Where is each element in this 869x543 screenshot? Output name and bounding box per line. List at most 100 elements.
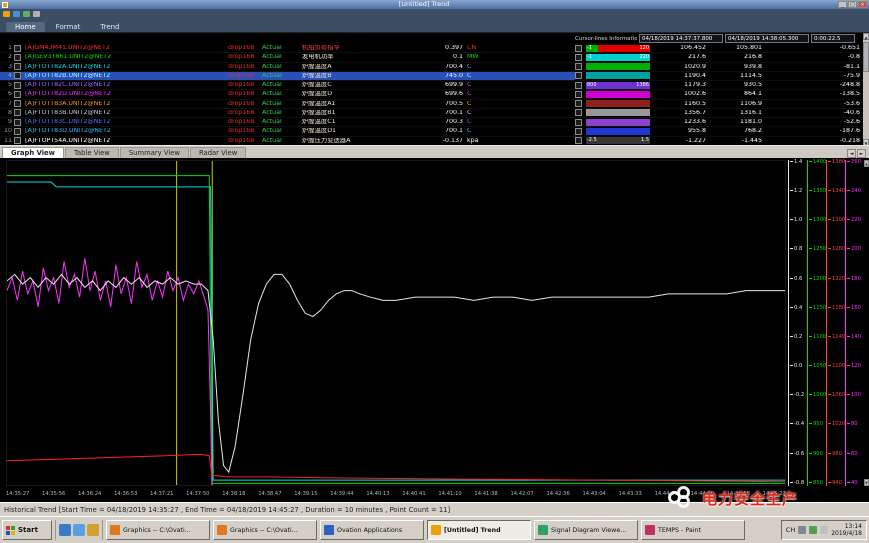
folder-icon[interactable] [87, 524, 99, 536]
tab-table-view[interactable]: Table View [65, 147, 119, 158]
ribbon-tab-format[interactable]: Format [47, 22, 90, 32]
table-row-left[interactable]: 3[A]FTOTT82A.UNIT2@NET2drop168Actual炉膛温度… [0, 63, 575, 71]
browser-icon[interactable] [73, 524, 85, 536]
table-row[interactable]: 1[A]GM43M41.UNIT2@NET2drop168Actual机组负荷指… [0, 44, 863, 53]
tab-graph-view[interactable]: Graph View [2, 147, 64, 158]
cursor-row-checkbox[interactable] [575, 100, 582, 107]
row-checkbox[interactable] [14, 72, 21, 79]
table-row-left[interactable]: 9[A]FTOTT83C.UNIT2@NET2drop168Actual炉膛温度… [0, 118, 575, 126]
start-button[interactable]: Start [2, 520, 52, 540]
cursor-row-checkbox[interactable] [575, 54, 582, 61]
row-checkbox[interactable] [14, 109, 21, 116]
app-button-icon [431, 525, 441, 535]
cursor-panel-row[interactable]: -2.51.5-1.227-1.445-0.218 [575, 137, 863, 145]
maximize-button[interactable]: □ [848, 1, 857, 8]
ribbon-tab-trend[interactable]: Trend [91, 22, 128, 32]
cursor-panel-row[interactable]: 955.8768.2-187.6 [575, 127, 863, 135]
cursor-lines-label: Cursor-lines Information [575, 36, 637, 42]
tab-scroll-left-icon[interactable]: ◄ [847, 149, 856, 158]
trend-logo-icon[interactable] [3, 11, 10, 17]
cursor-panel-row[interactable]: 1356.71316.1-40.6 [575, 109, 863, 117]
cursor2-time-field[interactable]: 04/18/2019 14:38:05.300 [725, 34, 809, 43]
taskbar-app-button[interactable]: Ovation Applications [320, 520, 424, 540]
cursor-row-checkbox[interactable] [575, 137, 582, 144]
cursor-panel-row[interactable]: 80013861179.3930.5-248.8 [575, 81, 863, 89]
cursor-row-checkbox[interactable] [575, 91, 582, 98]
table-row-left[interactable]: 6[A]FTOTT82D.UNIT2@NET2drop168Actual炉膛温度… [0, 90, 575, 98]
cursor-row-checkbox[interactable] [575, 72, 582, 79]
cursor-row-checkbox[interactable] [575, 128, 582, 135]
table-row-left[interactable]: 10[A]FTOTT83D.UNIT2@NET2drop168Actual炉膛温… [0, 127, 575, 135]
trend-plot[interactable] [6, 160, 786, 486]
table-row[interactable]: 6[A]FTOTT82D.UNIT2@NET2drop168Actual炉膛温度… [0, 90, 863, 99]
row-checkbox[interactable] [14, 63, 21, 70]
taskbar-app-button[interactable]: Graphics -- C:\Ovati... [106, 520, 210, 540]
taskbar-clock[interactable]: 13:14 2019/4/18 [831, 523, 862, 537]
cursor-row-checkbox[interactable] [575, 45, 582, 52]
table-row-left[interactable]: 4[A]FTOTT82B.UNIT2@NET2drop168Actual炉膛温度… [0, 72, 575, 80]
row-checkbox[interactable] [14, 82, 21, 89]
open-icon[interactable] [23, 11, 30, 17]
cursor-row-checkbox[interactable] [575, 119, 582, 126]
network-icon[interactable] [809, 526, 817, 534]
row-checkbox[interactable] [14, 100, 21, 107]
show-desktop-icon[interactable] [59, 524, 71, 536]
language-indicator[interactable]: CH [786, 526, 795, 534]
volume-icon[interactable] [798, 526, 806, 534]
taskbar-app-button[interactable]: Graphics -- C:\Ovati... [213, 520, 317, 540]
row-checkbox[interactable] [14, 91, 21, 98]
undo-icon[interactable] [33, 11, 40, 17]
y-axis-3[interactable]: 1380134013001260122011801140110010601020… [826, 160, 845, 486]
safely-remove-icon[interactable] [820, 526, 828, 534]
taskbar-app-button[interactable]: [Untitled] Trend [427, 520, 531, 540]
row-checkbox[interactable] [14, 137, 21, 144]
cursor-panel-row[interactable]: 1002.6864.1-138.5 [575, 90, 863, 98]
taskbar-app-button[interactable]: TEMPS - Paint [641, 520, 745, 540]
y-axis-1[interactable]: 1.41.21.00.80.60.40.20.0-0.2-0.4-0.6-0.8 [788, 160, 807, 486]
cursor-panel-row[interactable]: 1190.41114.5-75.9 [575, 72, 863, 80]
row-checkbox[interactable] [14, 54, 21, 61]
table-row[interactable]: 10[A]FTOTT83D.UNIT2@NET2drop168Actual炉膛温… [0, 127, 863, 136]
cursor-row-checkbox[interactable] [575, 82, 582, 89]
table-row[interactable]: 2[A]GEV3T861.UNIT2@NET2drop168Actual发电机功… [0, 53, 863, 62]
y-axis-4[interactable]: 260240220200180160140120100806040 [845, 160, 864, 486]
cursor-row-checkbox[interactable] [575, 63, 582, 70]
title-bar[interactable]: [Untitled] Trend _ □ × [0, 0, 869, 9]
tab-summary-view[interactable]: Summary View [120, 147, 189, 158]
cursor-panel-row[interactable]: 1020.9939.8-81.1 [575, 63, 863, 71]
table-scrollbar[interactable]: ▲ ▼ [863, 33, 869, 146]
minimize-button[interactable]: _ [838, 1, 847, 8]
table-row-left[interactable]: 7[A]FTOTT83A.UNIT2@NET2drop168Actual炉膛温度… [0, 100, 575, 108]
table-row-left[interactable]: 11[A]FTOPT54A.UNIT2@NET2drop168Actual炉膛压… [0, 137, 575, 145]
save-icon[interactable] [13, 11, 20, 17]
row-checkbox[interactable] [14, 119, 21, 126]
axis-scroll-up-icon[interactable]: ▲ [864, 160, 869, 167]
cursor-panel-row[interactable]: 1233.61181.0-52.6 [575, 118, 863, 126]
table-row[interactable]: 7[A]FTOTT83A.UNIT2@NET2drop168Actual炉膛温度… [0, 100, 863, 109]
table-row-left[interactable]: 8[A]FTOTT83B.UNIT2@NET2drop168Actual炉膛温度… [0, 109, 575, 117]
cursor1-time-field[interactable]: 04/18/2019 14:37:37.800 [639, 34, 723, 43]
table-row[interactable]: 4[A]FTOTT82B.UNIT2@NET2drop168Actual炉膛温度… [0, 72, 863, 81]
table-row-left[interactable]: 2[A]GEV3T861.UNIT2@NET2drop168Actual发电机功… [0, 53, 575, 61]
cursor-panel-row[interactable]: -1120106.452105.801-0.651 [575, 44, 863, 52]
table-row-left[interactable]: 1[A]GM43M41.UNIT2@NET2drop168Actual机组负荷指… [0, 44, 575, 52]
cursor-panel-row[interactable]: 1160.51106.9-53.6 [575, 100, 863, 108]
row-checkbox[interactable] [14, 45, 21, 52]
table-row-left[interactable]: 5[A]FTOTT82C.UNIT2@NET2drop168Actual炉膛温度… [0, 81, 575, 89]
tab-radar-view[interactable]: Radar View [190, 147, 246, 158]
close-button[interactable]: × [858, 1, 867, 8]
axis-scroll-down-icon[interactable]: ▼ [864, 479, 869, 486]
y-axis-2[interactable]: 1400135013001250120011501100105010009509… [807, 160, 826, 486]
table-row[interactable]: 8[A]FTOTT83B.UNIT2@NET2drop168Actual炉膛温度… [0, 109, 863, 118]
table-row[interactable]: 9[A]FTOTT83C.UNIT2@NET2drop168Actual炉膛温度… [0, 118, 863, 127]
tab-scroll-right-icon[interactable]: ► [857, 149, 866, 158]
scroll-up-arrow-icon[interactable]: ▲ [863, 33, 869, 40]
row-checkbox[interactable] [14, 128, 21, 135]
scrollbar-thumb[interactable] [863, 42, 869, 72]
ribbon-tab-home[interactable]: Home [6, 22, 45, 32]
table-row[interactable]: 3[A]FTOTT82A.UNIT2@NET2drop168Actual炉膛温度… [0, 63, 863, 72]
table-row[interactable]: 5[A]FTOTT82C.UNIT2@NET2drop168Actual炉膛温度… [0, 81, 863, 90]
taskbar-app-button[interactable]: Signal Diagram Viewe... [534, 520, 638, 540]
cursor-row-checkbox[interactable] [575, 109, 582, 116]
cursor-panel-row[interactable]: -1220217.6216.8-0.8 [575, 53, 863, 61]
